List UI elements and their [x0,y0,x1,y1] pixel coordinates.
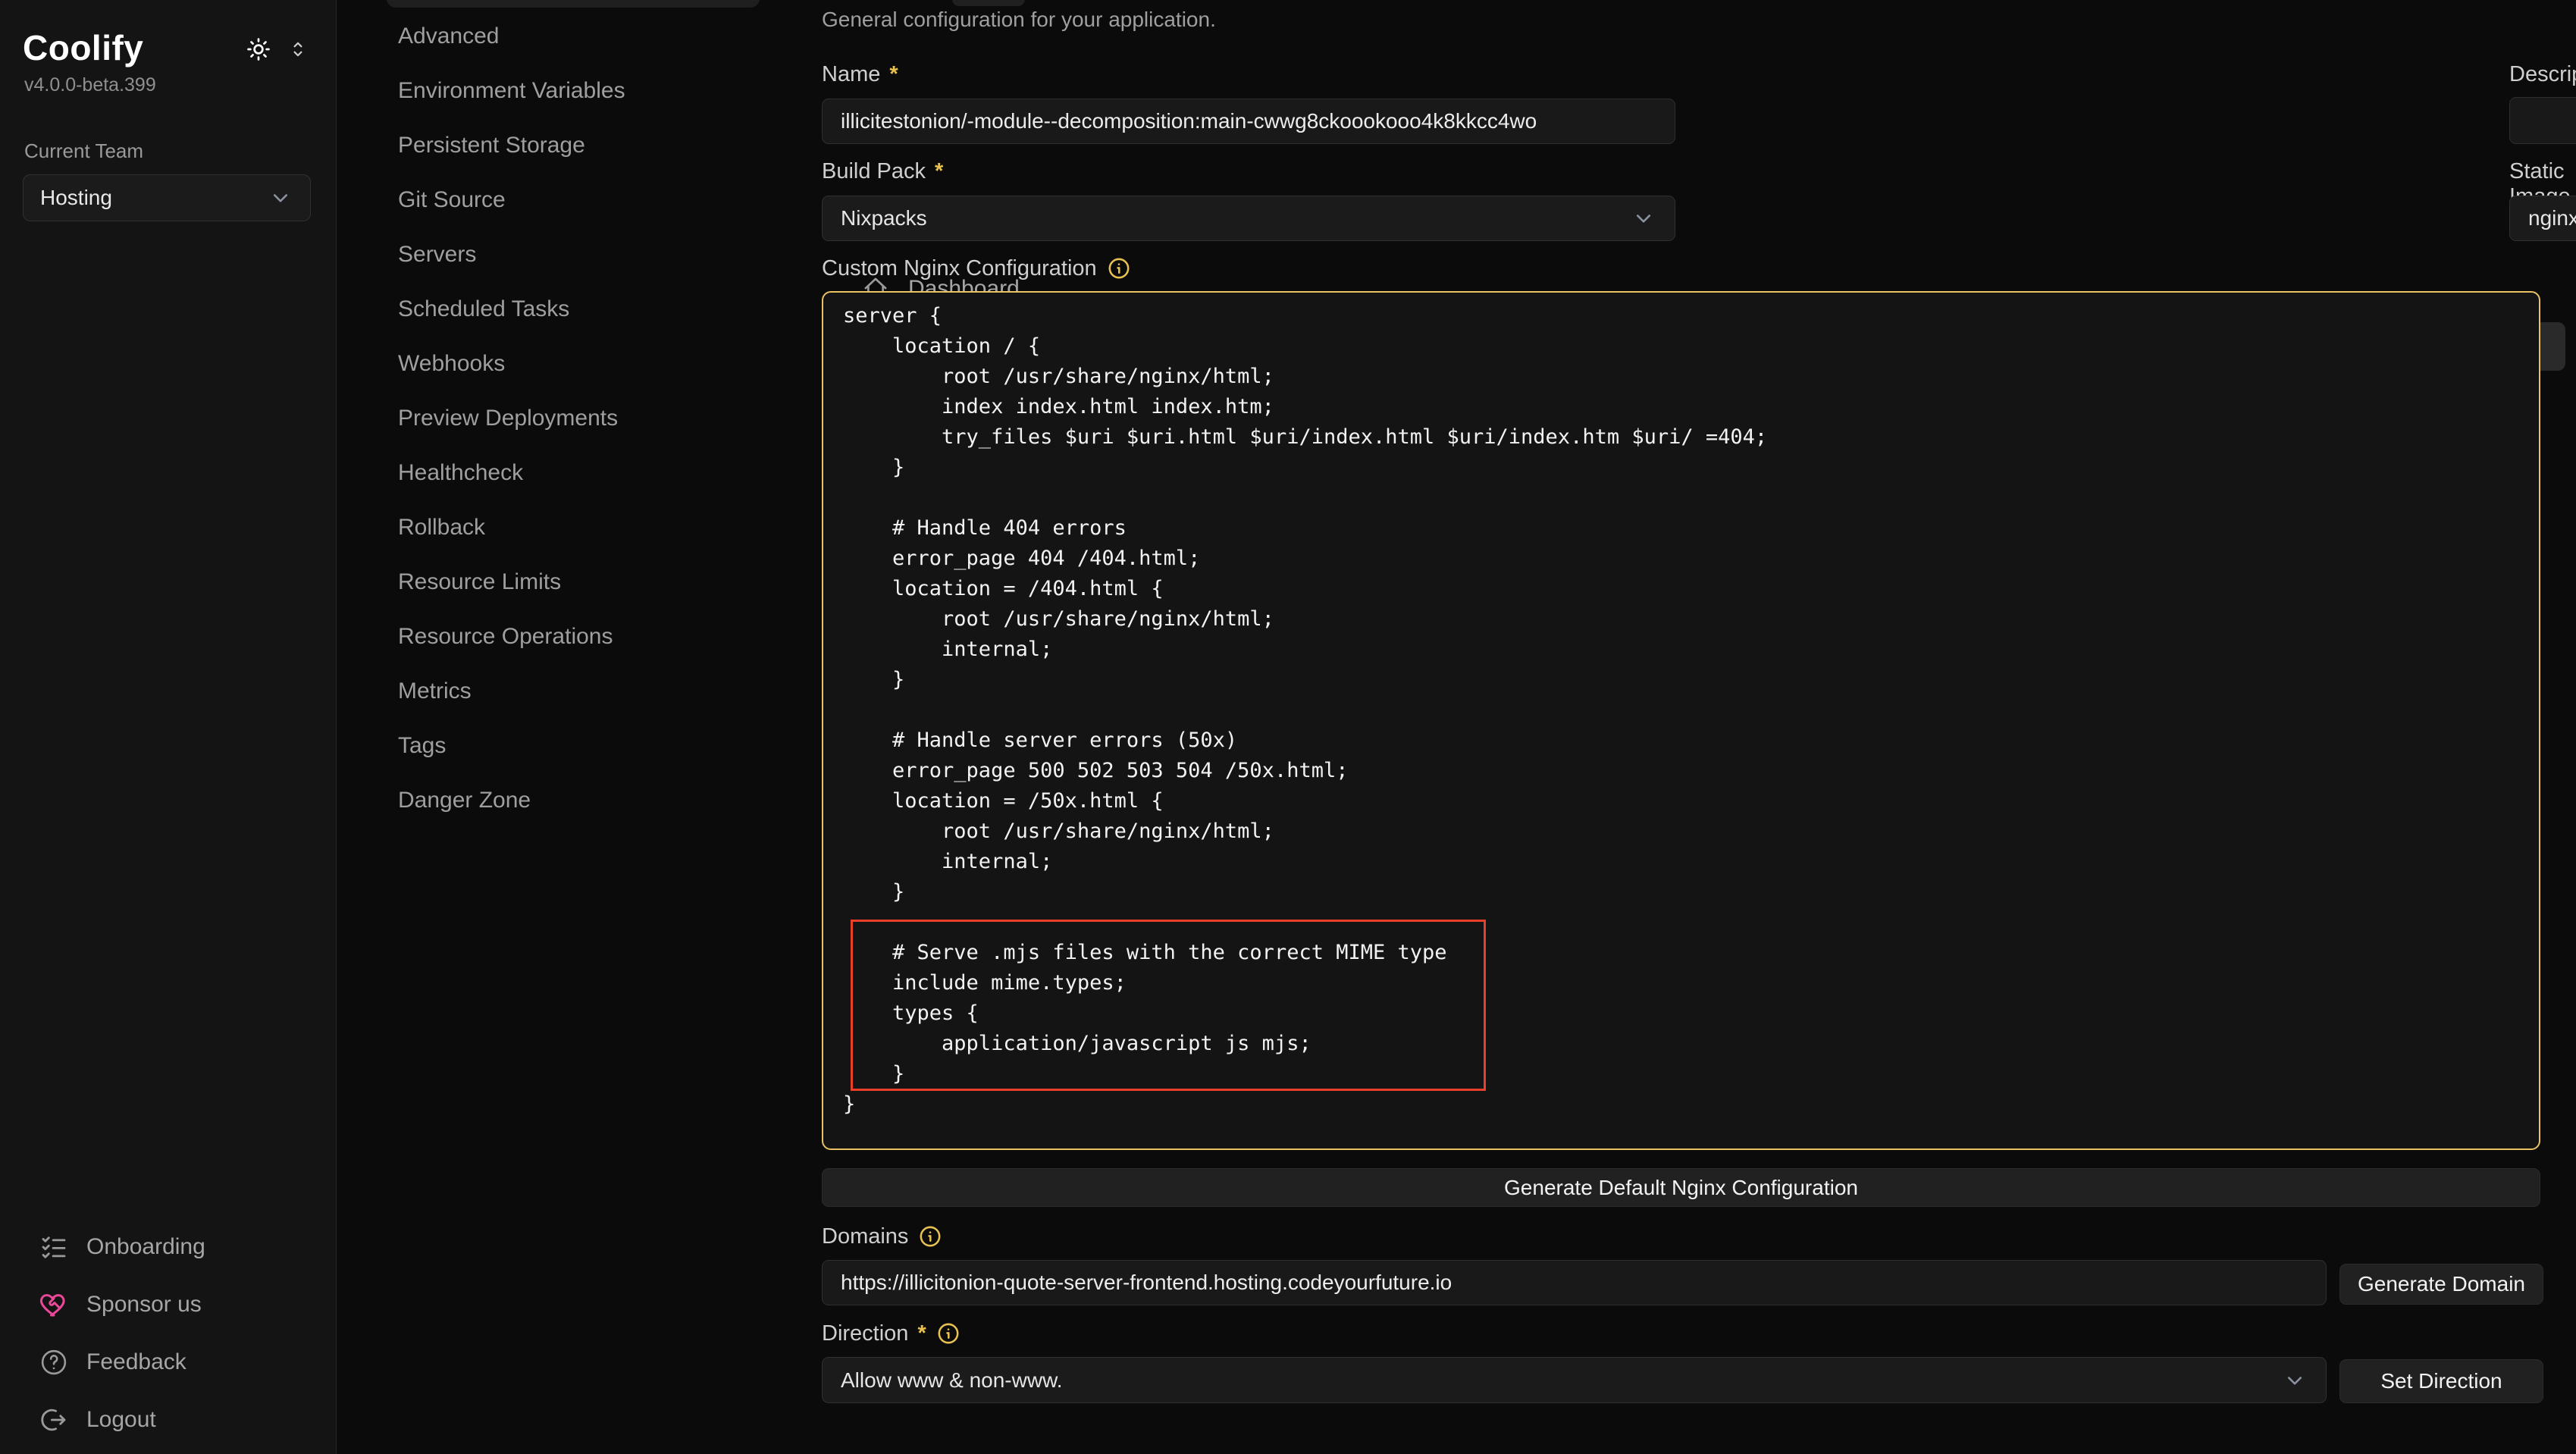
settings-nav-active-item-cutoff[interactable] [387,0,760,8]
top-tab-cutoff [952,0,1025,6]
generate-domain-button[interactable]: Generate Domain [2339,1264,2543,1305]
direction-value: Allow www & non-www. [841,1368,2282,1393]
static-image-value: nginx:alpine [2528,206,2576,230]
page-subtitle: General configuration for your applicati… [822,8,1216,32]
coolify-app: Coolify v4.0.0-beta.399 Current Team Hos… [0,0,2576,1454]
direction-label: Direction* [822,1321,961,1346]
theme-toggle-sun-icon[interactable] [244,35,273,64]
settings-nav-resource-operations[interactable]: Resource Operations [337,609,791,664]
sidebar-item-logout[interactable]: Logout [11,1396,326,1444]
app-title: Coolify [23,27,143,68]
sidebar-item-label: Onboarding [86,1234,205,1260]
info-icon[interactable] [1106,255,1132,281]
heart-handshake-icon [38,1289,70,1321]
settings-nav-rollback[interactable]: Rollback [337,500,791,555]
logout-icon [38,1404,70,1436]
required-asterisk: * [917,1321,926,1346]
settings-nav-servers[interactable]: Servers [337,227,791,282]
settings-nav-advanced[interactable]: Advanced [337,9,791,64]
settings-nav-resource-limits[interactable]: Resource Limits [337,555,791,609]
name-label: Name* [822,62,898,87]
chevron-down-icon [268,185,293,211]
name-input[interactable] [822,99,1675,144]
checklist-icon [38,1231,70,1263]
settings-nav-webhooks[interactable]: Webhooks [337,337,791,391]
build-pack-value: Nixpacks [841,206,1631,230]
build-pack-select[interactable]: Nixpacks [822,196,1675,241]
general-settings-panel: General configuration for your applicati… [822,0,2576,1454]
generate-default-nginx-button[interactable]: Generate Default Nginx Configuration [822,1168,2540,1207]
theme-selector-chevrons-icon[interactable] [287,38,309,61]
chevron-down-icon [1631,205,1656,231]
settings-nav-tags[interactable]: Tags [337,719,791,773]
settings-nav: Advanced Environment Variables Persisten… [337,0,791,1454]
sidebar-item-feedback[interactable]: Feedback [11,1338,326,1387]
team-select[interactable]: Hosting [23,174,311,221]
static-image-select[interactable]: nginx:alpine [2509,196,2576,241]
info-icon[interactable] [917,1224,943,1249]
app-version: v4.0.0-beta.399 [24,74,156,96]
nginx-config-code: server { location / { root /usr/share/ng… [823,293,2539,1128]
sidebar-item-label: Logout [86,1407,156,1433]
info-icon[interactable] [935,1321,961,1346]
settings-nav-metrics[interactable]: Metrics [337,664,791,719]
settings-nav-danger-zone[interactable]: Danger Zone [337,773,791,828]
nginx-config-label: Custom Nginx Configuration [822,255,1132,281]
sidebar-item-sponsor[interactable]: Sponsor us [11,1280,326,1329]
sidebar-item-label: Feedback [86,1349,186,1375]
help-circle-icon [38,1346,70,1378]
sidebar-footer-nav: Onboarding Sponsor us Feedback Logout [0,1223,337,1444]
sidebar-item-onboarding[interactable]: Onboarding [11,1223,326,1271]
domains-input[interactable] [822,1260,2327,1305]
settings-nav-scheduled-tasks[interactable]: Scheduled Tasks [337,282,791,337]
settings-nav-healthcheck[interactable]: Healthcheck [337,446,791,500]
description-input[interactable] [2509,97,2576,144]
nginx-config-editor[interactable]: server { location / { root /usr/share/ng… [822,291,2540,1150]
build-pack-label: Build Pack* [822,159,943,184]
sidebar: Coolify v4.0.0-beta.399 Current Team Hos… [0,0,337,1454]
domains-label: Domains [822,1224,943,1249]
team-select-value: Hosting [40,186,268,210]
required-asterisk: * [889,62,898,87]
direction-select[interactable]: Allow www & non-www. [822,1357,2327,1403]
current-team-label: Current Team [24,139,143,163]
sidebar-item-label: Sponsor us [86,1292,202,1318]
chevron-down-icon [2282,1368,2308,1393]
settings-nav-persistent-storage[interactable]: Persistent Storage [337,118,791,173]
set-direction-button[interactable]: Set Direction [2339,1359,2543,1403]
settings-nav-preview-deployments[interactable]: Preview Deployments [337,391,791,446]
required-asterisk: * [935,159,943,184]
settings-nav-git-source[interactable]: Git Source [337,173,791,227]
settings-nav-environment-variables[interactable]: Environment Variables [337,64,791,118]
description-label: Description [2509,62,2576,87]
